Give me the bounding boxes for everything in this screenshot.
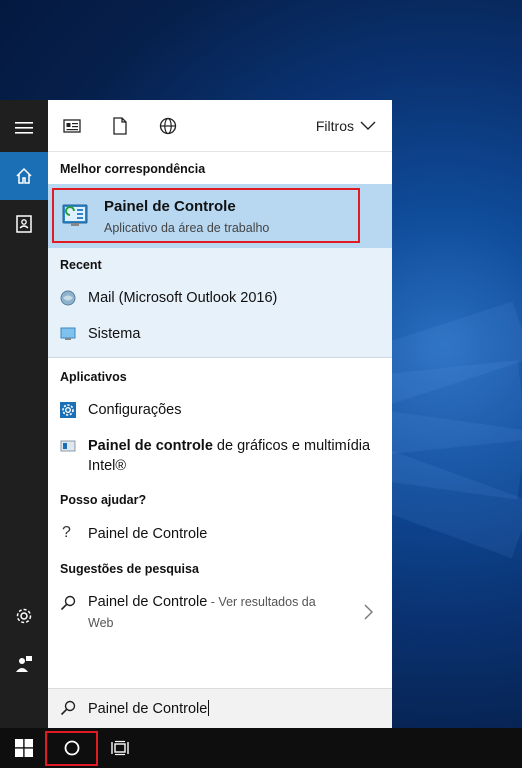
documents-filter-button[interactable] bbox=[110, 116, 130, 136]
home-button[interactable] bbox=[0, 152, 48, 200]
section-header-help: Posso ajudar? bbox=[60, 493, 147, 507]
section-header-suggestions: Sugestões de pesquisa bbox=[60, 562, 199, 576]
monitor-icon bbox=[60, 327, 76, 340]
section-header-apps: Aplicativos bbox=[60, 370, 127, 384]
recent-item-label: Mail (Microsoft Outlook 2016) bbox=[88, 290, 278, 306]
settings-button[interactable] bbox=[0, 592, 48, 640]
hamburger-icon bbox=[15, 122, 33, 134]
feedback-icon bbox=[16, 656, 32, 672]
app-item-intel-graphics[interactable]: Painel de controle de gráficos e multimí… bbox=[48, 432, 392, 478]
web-filter-button[interactable] bbox=[158, 116, 178, 136]
chevron-right-icon[interactable] bbox=[364, 604, 374, 620]
app-item-intel-line2: Intel® bbox=[88, 458, 127, 474]
hamburger-menu-button[interactable] bbox=[0, 104, 48, 152]
settings-gear-icon bbox=[60, 402, 76, 418]
suggestion-item-web[interactable]: Painel de Controle - Ver resultados da W… bbox=[48, 588, 392, 636]
feedback-button[interactable] bbox=[0, 640, 48, 688]
recent-item-label: Sistema bbox=[88, 326, 141, 342]
suggestion-hint: - Ver resultados da bbox=[207, 595, 316, 609]
app-item-configuracoes[interactable]: Configurações bbox=[48, 396, 392, 426]
news-filter-button[interactable] bbox=[62, 116, 82, 136]
search-icon bbox=[60, 595, 76, 611]
home-icon bbox=[16, 167, 32, 184]
filters-label: Filtros bbox=[315, 118, 354, 134]
question-mark-icon: ? bbox=[62, 524, 71, 541]
suggestion-label: Painel de Controle bbox=[88, 594, 208, 610]
app-item-intel-line1: Painel de controle de gráficos e multimí… bbox=[88, 438, 370, 454]
recent-item-sistema[interactable]: Sistema bbox=[48, 320, 392, 350]
app-item-label: Configurações bbox=[88, 402, 182, 418]
suggestion-line1: Painel de Controle - Ver resultados da bbox=[88, 594, 316, 610]
help-item-label: Painel de Controle bbox=[88, 526, 208, 542]
task-view-button[interactable] bbox=[96, 728, 144, 768]
app-item-rest-text: de gráficos e multimídia bbox=[212, 438, 371, 454]
recent-item-mail[interactable]: Mail (Microsoft Outlook 2016) bbox=[48, 284, 392, 314]
globe-icon bbox=[159, 117, 177, 135]
document-icon bbox=[113, 117, 127, 135]
search-input-value: Painel de Controle bbox=[88, 701, 208, 717]
search-input[interactable]: Painel de Controle bbox=[88, 700, 210, 717]
annotation-highlight-box bbox=[52, 188, 360, 243]
start-menu-rail bbox=[0, 100, 48, 728]
intel-graphics-icon bbox=[60, 440, 76, 452]
search-results-panel: Filtros Melhor correspondência Painel de… bbox=[48, 100, 392, 728]
filter-toolbar: Filtros bbox=[48, 100, 392, 152]
chevron-down-icon bbox=[360, 121, 376, 130]
app-item-bold-text: Painel de controle bbox=[88, 438, 213, 454]
windows-logo-icon bbox=[15, 739, 33, 757]
start-button[interactable] bbox=[0, 728, 48, 768]
annotation-highlight-box bbox=[45, 731, 98, 766]
recent-section: Recent Mail (Microsoft Outlook 2016) Sis… bbox=[48, 248, 392, 358]
section-header-best-match: Melhor correspondência bbox=[60, 162, 206, 176]
text-caret bbox=[208, 700, 210, 716]
filters-dropdown[interactable]: Filtros bbox=[316, 118, 376, 134]
help-item-painel[interactable]: ? Painel de Controle bbox=[48, 520, 392, 550]
notebook-button[interactable] bbox=[0, 200, 48, 248]
gear-icon bbox=[16, 608, 32, 624]
newspaper-icon bbox=[63, 119, 81, 133]
section-header-recent: Recent bbox=[60, 258, 102, 272]
task-view-icon bbox=[111, 740, 129, 756]
search-box[interactable]: Painel de Controle bbox=[48, 688, 392, 728]
suggestion-hint-line2: Web bbox=[88, 616, 114, 630]
notebook-icon bbox=[16, 215, 32, 233]
search-box-icon bbox=[60, 700, 76, 716]
mail-icon bbox=[60, 290, 76, 306]
